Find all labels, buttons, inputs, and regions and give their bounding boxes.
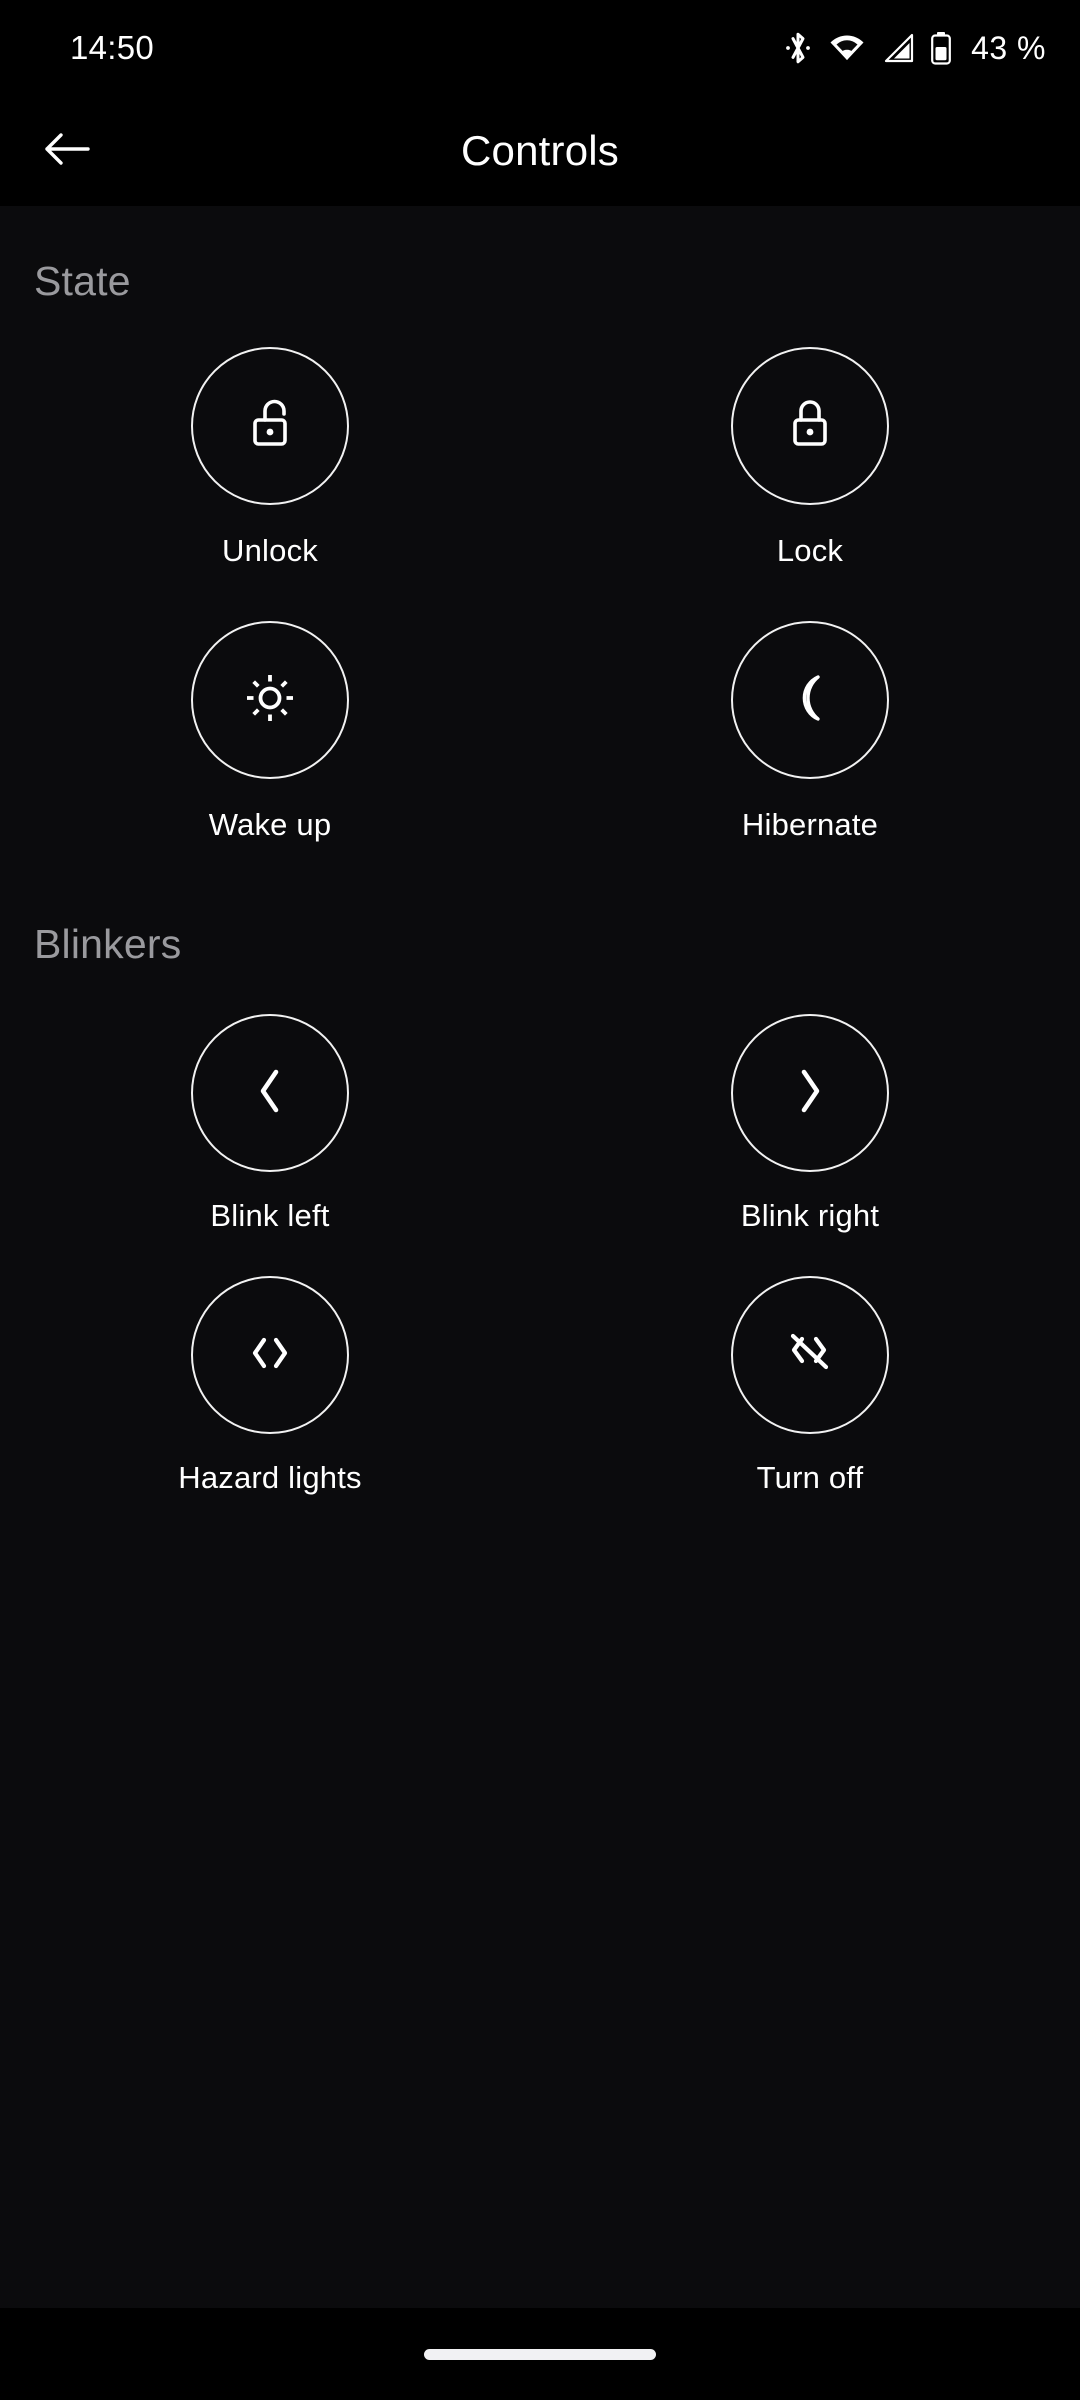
control-label: Turn off — [756, 1460, 864, 1495]
bluetooth-icon — [783, 29, 813, 67]
chevron-left-icon — [248, 1064, 292, 1123]
arrow-left-icon — [43, 129, 91, 174]
hazard-lights-icon — [241, 1332, 299, 1379]
blinkers-grid: Blink left Blink right Hazard lights Tur… — [0, 968, 1080, 1496]
content-area: State Unlock Lock Wake up Hibernate Blin… — [0, 206, 1080, 2308]
battery-percent-label: 43 % — [971, 29, 1046, 66]
status-bar: 14:50 43 % — [0, 0, 1080, 96]
turn-off-circle[interactable] — [731, 1276, 889, 1434]
controls-screen: 14:50 43 % Controls State Unlock Lock Wa… — [0, 0, 1080, 2400]
wake-up-circle[interactable] — [191, 621, 349, 779]
blink-left-circle[interactable] — [191, 1014, 349, 1172]
system-navigation-bar — [0, 2308, 1080, 2400]
control-label: Blink left — [210, 1198, 330, 1233]
hibernate-circle[interactable] — [731, 621, 889, 779]
lock-circle[interactable] — [731, 347, 889, 505]
status-bar-icons: 43 % — [783, 29, 1046, 67]
control-label: Blink right — [740, 1198, 880, 1233]
control-wake-up[interactable]: Wake up — [0, 621, 540, 843]
control-unlock[interactable]: Unlock — [0, 347, 540, 569]
cellular-signal-icon — [881, 33, 915, 63]
control-hibernate[interactable]: Hibernate — [540, 621, 1080, 843]
blink-right-circle[interactable] — [731, 1014, 889, 1172]
status-bar-clock: 14:50 — [70, 29, 155, 66]
section-header-blinkers: Blinkers — [34, 921, 182, 967]
battery-icon — [930, 31, 952, 65]
gesture-home-handle[interactable] — [424, 2348, 656, 2360]
control-label: Wake up — [208, 807, 332, 842]
chevron-right-icon — [788, 1064, 832, 1123]
sun-icon — [241, 669, 299, 732]
state-grid: Unlock Lock Wake up Hibernate — [0, 305, 1080, 843]
hazard-lights-circle[interactable] — [191, 1276, 349, 1434]
app-bar: Controls — [0, 96, 1080, 206]
control-blink-left[interactable]: Blink left — [0, 1014, 540, 1234]
lock-open-icon — [243, 395, 297, 458]
section-header-state: State — [34, 258, 131, 304]
control-lock[interactable]: Lock — [540, 347, 1080, 569]
control-turn-off[interactable]: Turn off — [540, 1276, 1080, 1496]
control-hazard-lights[interactable]: Hazard lights — [0, 1276, 540, 1496]
page-title: Controls — [461, 127, 619, 174]
wifi-icon — [828, 33, 866, 63]
back-button[interactable] — [28, 112, 106, 190]
unlock-circle[interactable] — [191, 347, 349, 505]
control-label: Hazard lights — [178, 1460, 362, 1495]
moon-icon — [784, 669, 836, 732]
control-blink-right[interactable]: Blink right — [540, 1014, 1080, 1234]
control-label: Hibernate — [741, 807, 879, 842]
lock-closed-icon — [783, 395, 837, 458]
hazard-lights-off-icon — [779, 1326, 841, 1385]
control-label: Lock — [776, 533, 844, 568]
control-label: Unlock — [222, 533, 318, 568]
